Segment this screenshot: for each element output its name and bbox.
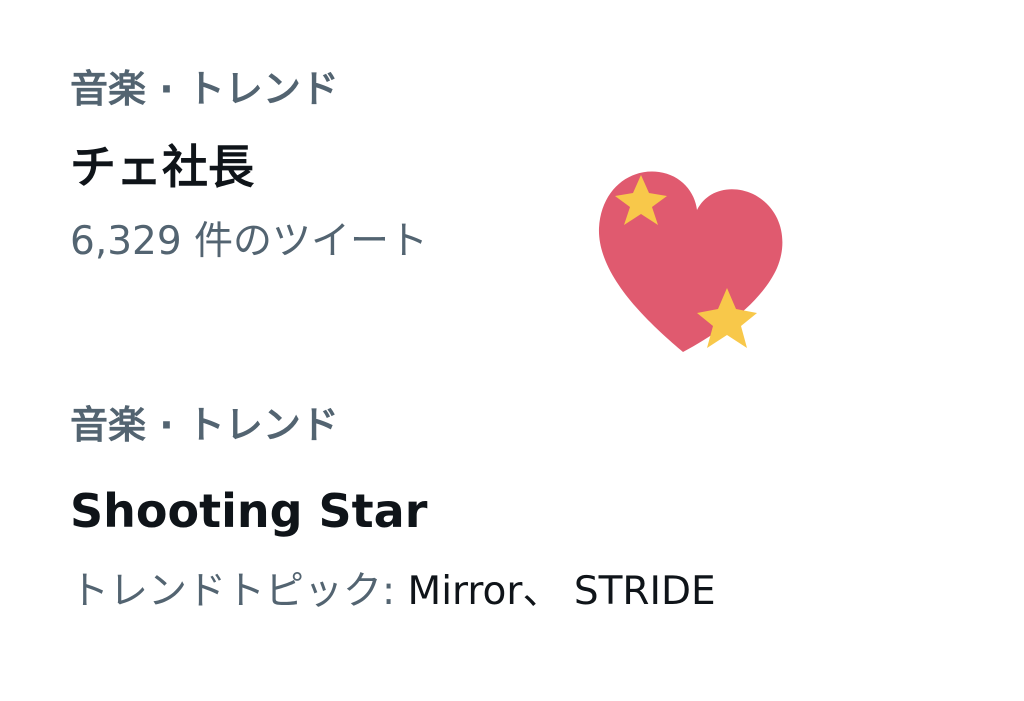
trend-tweet-count: 6,329 件のツイート <box>70 219 429 264</box>
trend-topics-label: トレンドトピック: <box>70 569 408 614</box>
trend-topics-list: Mirror、 STRIDE <box>407 569 716 614</box>
trend-category: 音楽 · トレンド <box>70 67 339 111</box>
trend-item-2[interactable]: 音楽 · トレンド Shooting Star トレンドトピック: Mirror… <box>70 398 716 620</box>
trend-related-topics: トレンドトピック: Mirror、 STRIDE <box>70 564 716 620</box>
sparkling-heart-icon <box>598 171 783 352</box>
trend-title: Shooting Star <box>70 484 428 538</box>
trend-title: チェ社長 <box>70 140 254 194</box>
trend-item-1[interactable]: 音楽 · トレンド チェ社長 6,329 件のツイート <box>70 62 428 270</box>
trend-category: 音楽 · トレンド <box>70 403 339 447</box>
